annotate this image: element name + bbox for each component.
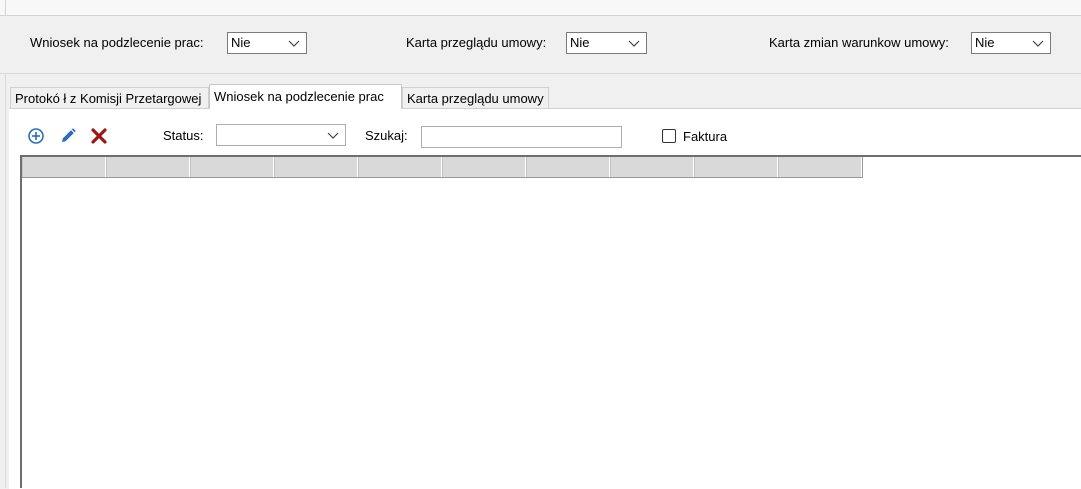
- tab-contract-review[interactable]: Karta przeglądu umowy: [402, 87, 549, 108]
- chevron-down-icon: [327, 132, 339, 139]
- status-label: Status:: [163, 128, 204, 143]
- contract-changes-value: Nie: [975, 35, 995, 50]
- contract-review-value: Nie: [570, 35, 590, 50]
- contract-changes-label: Karta zmian warunkow umowy:: [769, 35, 949, 50]
- data-grid[interactable]: [20, 155, 1081, 488]
- contract-changes-select[interactable]: Nie: [971, 32, 1051, 54]
- search-label: Szukaj:: [365, 128, 408, 143]
- subcontract-request-label: Wniosek na podzlecenie prac:: [30, 35, 204, 50]
- grid-column-header[interactable]: [610, 157, 694, 177]
- grid-column-header[interactable]: [778, 157, 862, 177]
- grid-column-header[interactable]: [190, 157, 274, 177]
- chevron-down-icon: [288, 40, 300, 47]
- grid-column-header[interactable]: [22, 157, 106, 177]
- grid-column-header[interactable]: [106, 157, 190, 177]
- grid-column-header[interactable]: [526, 157, 610, 177]
- subcontract-request-select[interactable]: Nie: [227, 32, 307, 54]
- grid-column-header[interactable]: [694, 157, 778, 177]
- tab-label: Wniosek na podzlecenie prac: [214, 89, 384, 104]
- subcontract-request-value: Nie: [231, 35, 251, 50]
- separator: [0, 73, 1081, 74]
- tab-label: Karta przeglądu umowy: [407, 91, 544, 106]
- tab-label: Protokó ł z Komisji Przetargowej: [15, 91, 202, 106]
- tab-area-border: [5, 74, 6, 488]
- contract-review-label: Karta przeglądu umowy:: [406, 35, 547, 50]
- chevron-down-icon: [1032, 40, 1044, 47]
- top-strip: [0, 0, 1081, 16]
- add-circle-icon[interactable]: [26, 126, 46, 146]
- grid-column-header[interactable]: [358, 157, 442, 177]
- edit-pencil-icon[interactable]: [58, 126, 78, 146]
- chevron-down-icon: [628, 40, 640, 47]
- grid-column-header[interactable]: [274, 157, 358, 177]
- grid-column-header[interactable]: [442, 157, 526, 177]
- grid-header: [22, 157, 863, 178]
- status-select[interactable]: [216, 124, 346, 146]
- tab-subcontract-request[interactable]: Wniosek na podzlecenie prac: [209, 84, 402, 109]
- invoice-checkbox[interactable]: [662, 129, 676, 143]
- search-input[interactable]: [421, 126, 622, 148]
- contract-review-select[interactable]: Nie: [566, 32, 647, 54]
- tab-tender-committee-protocol[interactable]: Protokó ł z Komisji Przetargowej: [10, 87, 209, 108]
- delete-x-icon[interactable]: [89, 126, 109, 146]
- invoice-label: Faktura: [683, 129, 728, 144]
